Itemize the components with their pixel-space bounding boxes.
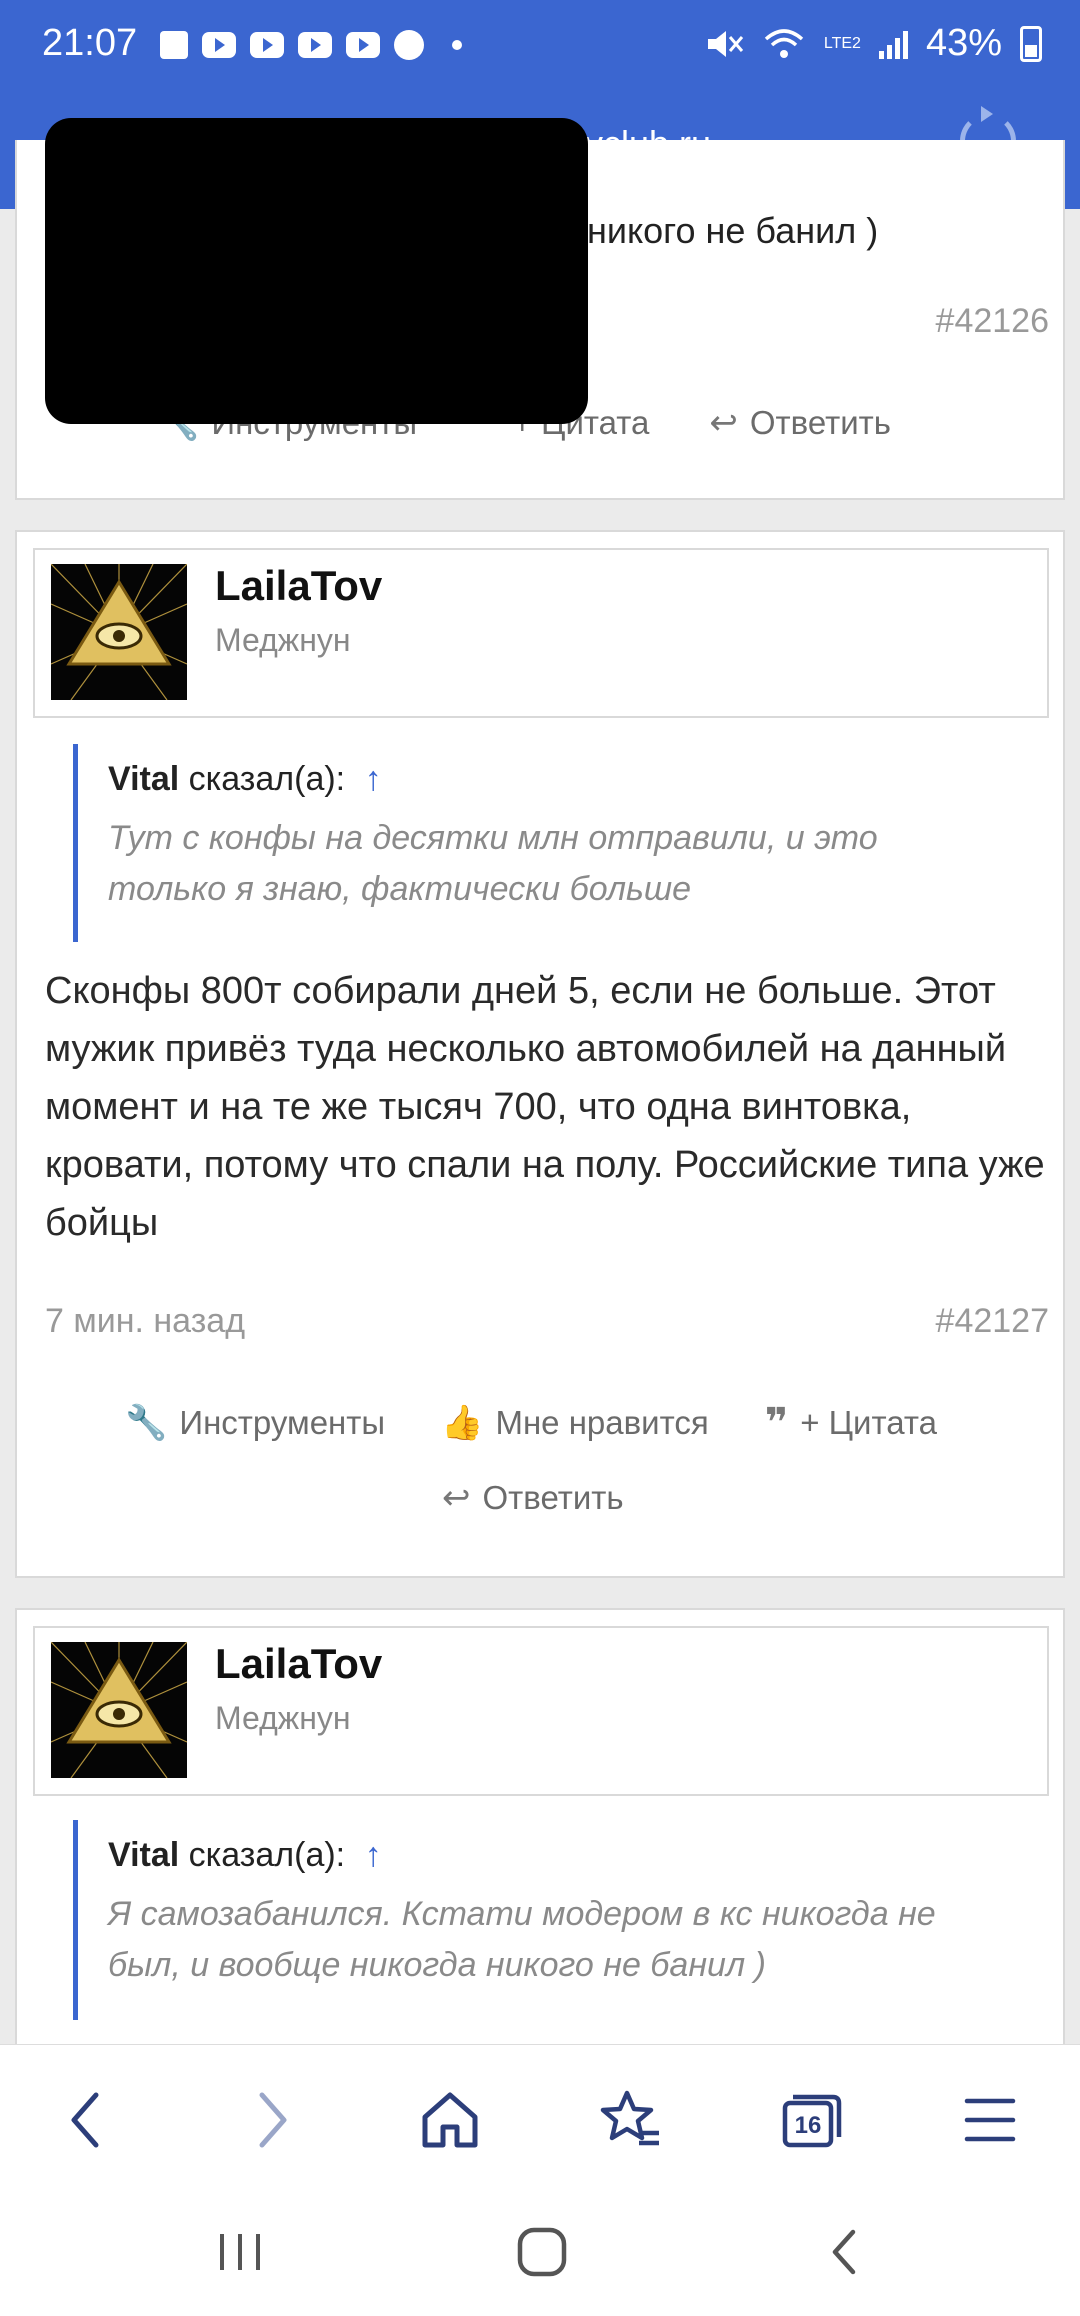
eye-pyramid-icon: [51, 1642, 187, 1778]
reply-button[interactable]: ↩ Ответить: [442, 1478, 624, 1518]
author-box: LailaTov Меджнун: [33, 548, 1049, 718]
menu-icon[interactable]: [955, 2085, 1025, 2155]
home-button-icon[interactable]: [510, 2220, 574, 2284]
youtube-notification-icon: [202, 32, 236, 58]
author-box: LailaTov Меджнун: [33, 1626, 1049, 1796]
post-text-fragment: никого не банил ): [587, 210, 879, 251]
system-back-icon[interactable]: [815, 2222, 875, 2282]
youtube-notification-icon: [298, 32, 332, 58]
signal-icon: [878, 29, 908, 59]
home-icon[interactable]: [415, 2085, 485, 2155]
youtube-notification-icon: [250, 32, 284, 58]
like-label: Мне нравится: [495, 1404, 709, 1441]
tools-label: Инструменты: [179, 1404, 386, 1441]
wifi-icon: [764, 28, 804, 58]
quote-label: + Цитата: [800, 1404, 937, 1441]
youtube-notification-icon: [346, 32, 380, 58]
quote-block: Vital сказал(а): ↑ Тут с конфы на десятк…: [73, 744, 988, 942]
forward-icon[interactable]: [236, 2085, 306, 2155]
quote-button[interactable]: ❞ + Цитата: [765, 1400, 937, 1446]
author-title: Меджнун: [215, 622, 351, 658]
status-time: 21:07: [42, 22, 138, 64]
post-actions: 🔧 Инструменты 👍 Мне нравится ❞ + Цитата: [125, 1400, 937, 1446]
account-notification-icon: [394, 30, 424, 60]
bookmarks-icon[interactable]: [595, 2085, 665, 2155]
quote-author[interactable]: Vital: [108, 760, 179, 798]
notification-icons: [160, 30, 462, 60]
tab-count: 16: [794, 2112, 822, 2139]
system-status: LTE2 43%: [704, 22, 1042, 65]
post-time[interactable]: 7 мин. назад: [45, 1302, 245, 1341]
quote-jump-icon[interactable]: ↑: [365, 760, 382, 798]
quote-block: Vital сказал(а): ↑ Я самозабанился. Кста…: [73, 1820, 988, 2020]
reply-label: Ответить: [482, 1479, 624, 1516]
recent-apps-icon[interactable]: [210, 2222, 270, 2282]
post-card: LailaTov Меджнун Vital сказал(а): ↑ Тут …: [15, 530, 1065, 1578]
system-nav-bar: [0, 2184, 1080, 2316]
quote-header: Vital сказал(а): ↑: [108, 760, 988, 799]
like-button[interactable]: 👍 Мне нравится: [441, 1403, 709, 1443]
browser-bottom-nav: 16: [0, 2044, 1080, 2184]
battery-icon: [1020, 25, 1042, 62]
post-number[interactable]: #42127: [936, 1302, 1049, 1341]
reply-label: Ответить: [749, 404, 891, 441]
quote-text: Я самозабанился. Кстати модером в кс ник…: [108, 1895, 936, 1984]
reply-icon: ↩: [709, 404, 738, 442]
thumbs-up-icon: 👍: [441, 1404, 484, 1442]
author-name[interactable]: LailaTov: [215, 562, 382, 610]
more-notifications-icon: [452, 40, 462, 50]
redacted-area: [45, 118, 588, 424]
message-notification-icon: [160, 31, 188, 59]
avatar[interactable]: [51, 564, 187, 700]
quote-jump-icon[interactable]: ↑: [365, 1836, 382, 1874]
quote-text: Тут с конфы на десятки млн отправили, и …: [108, 819, 878, 908]
eye-pyramid-icon: [51, 564, 187, 700]
quote-said: сказал(а):: [188, 1836, 346, 1874]
author-name[interactable]: LailaTov: [215, 1640, 382, 1688]
avatar[interactable]: [51, 1642, 187, 1778]
quote-author[interactable]: Vital: [108, 1836, 179, 1874]
battery-percent: 43%: [925, 22, 1002, 64]
quote-said: сказал(а):: [188, 760, 346, 798]
quote-header: Vital сказал(а): ↑: [108, 1836, 988, 1875]
network-type: LTE2: [823, 34, 861, 52]
quote-icon: ❞: [764, 1401, 789, 1445]
post-actions-row2: ↩ Ответить: [442, 1478, 624, 1518]
author-title: Меджнун: [215, 1700, 351, 1736]
post-number[interactable]: #42126: [936, 302, 1049, 341]
tabs-icon[interactable]: 16: [775, 2085, 845, 2155]
mute-icon: [707, 30, 744, 57]
back-icon[interactable]: [52, 2085, 122, 2155]
tools-button[interactable]: 🔧 Инструменты: [125, 1403, 385, 1443]
post-text: Сконфы 800т собирали дней 5, если не бол…: [45, 970, 1045, 1244]
reply-icon: ↩: [442, 1479, 471, 1517]
status-bar: 21:07 LTE2 43%: [0, 0, 1080, 95]
wrench-icon: 🔧: [125, 1404, 168, 1442]
reply-button[interactable]: ↩ Ответить: [709, 403, 891, 443]
